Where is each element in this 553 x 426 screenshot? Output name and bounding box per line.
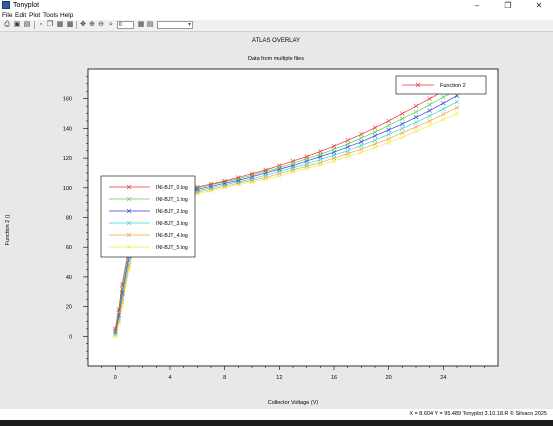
y-tick-label: 0	[69, 334, 72, 340]
zoom-out-icon[interactable]: ⊖	[97, 21, 105, 29]
y-tick-label: 40	[66, 275, 72, 281]
tonyplot-app-icon	[2, 1, 10, 9]
toolbar-divider	[34, 21, 35, 29]
copy-icon[interactable]: ❐	[46, 21, 54, 29]
legend-label: INI-BJT_3.log	[156, 221, 188, 227]
title-bar: Tonyplot – ❐ ✕	[0, 0, 553, 11]
y-tick-label: 80	[66, 216, 72, 222]
x-tick-label: 16	[331, 375, 337, 381]
y-tick-label: 120	[63, 156, 72, 162]
plot-selector-dropdown[interactable]: ▾	[157, 21, 193, 29]
legend-label: INI-BJT_0.log	[156, 185, 188, 191]
x-tick-label: 12	[276, 375, 282, 381]
y-tick-label: 100	[63, 186, 72, 192]
close-button[interactable]: ✕	[528, 0, 550, 11]
y-tick-label: 140	[63, 126, 72, 132]
zoom-reset-icon[interactable]: ⌕	[107, 21, 115, 29]
toolbar-divider	[76, 21, 77, 29]
grid-icon[interactable]: ▦	[137, 21, 145, 29]
move-icon[interactable]: ✥	[79, 21, 87, 29]
status-bar: X = 8.604 Y = 95.489 Tonyplot 3.10.18.R …	[0, 409, 553, 420]
restore-button[interactable]: ❐	[497, 0, 519, 11]
legend-label: INI-BJT_1.log	[156, 197, 188, 203]
minimize-button[interactable]: –	[466, 0, 488, 11]
menu-tools[interactable]: Tools	[43, 11, 58, 20]
x-tick-label: 4	[168, 375, 171, 381]
menu-help[interactable]: Help	[60, 11, 73, 20]
cursor-readout: X = 8.604 Y = 95.489 Tonyplot 3.10.18.R …	[409, 411, 547, 417]
y-axis-label: Function 2 ()	[5, 214, 11, 245]
overlay-chart: ATLAS OVERLAY Data from multiple files 0 4 8…	[5, 38, 499, 406]
chart-subtitle: Data from multiple files	[248, 56, 304, 62]
legend-label: INI-BJT_4.log	[156, 233, 188, 239]
table-icon[interactable]: ▤	[146, 21, 154, 29]
plot-canvas-area: ATLAS OVERLAY Data from multiple files 0 4 8…	[0, 32, 553, 409]
y-tick-label: 160	[63, 97, 72, 103]
legend-label: Function 2	[440, 83, 466, 89]
legend-label: INI-BJT_5.log	[156, 245, 188, 251]
menu-bar: File Edit Plot Tools Help	[0, 11, 553, 20]
os-taskbar	[0, 420, 553, 426]
window-title: Tonyplot	[13, 2, 40, 9]
x-tick-label: 24	[440, 375, 446, 381]
layout-icon[interactable]: ▩	[66, 21, 74, 29]
menu-file[interactable]: File	[2, 11, 12, 20]
x-tick-label: 20	[386, 375, 392, 381]
zoom-in-icon[interactable]: ⊕	[88, 21, 96, 29]
zoom-level-field[interactable]: 0	[117, 21, 134, 29]
x-tick-label: 0	[114, 375, 117, 381]
y-tick-label: 60	[66, 245, 72, 251]
paste-icon[interactable]: ▦	[56, 21, 64, 29]
toolbar: ⎙ ▣ ▤ ▫ ❐ ▦ ▩ ✥ ⊕ ⊖ ⌕ 0 ▦ ▤ ▾	[0, 20, 553, 32]
open-icon[interactable]: ▣	[13, 21, 21, 29]
menu-edit[interactable]: Edit	[15, 11, 26, 20]
print-icon[interactable]: ⎙	[3, 21, 11, 29]
save-icon[interactable]: ▤	[23, 21, 31, 29]
x-axis-label: Collector Voltage (V)	[268, 400, 319, 406]
x-tick-label: 8	[223, 375, 226, 381]
chart-title: ATLAS OVERLAY	[252, 38, 300, 44]
menu-plot[interactable]: Plot	[29, 11, 40, 20]
legend-label: INI-BJT_2.log	[156, 209, 188, 215]
chevron-down-icon: ▾	[187, 22, 191, 28]
y-tick-label: 20	[66, 305, 72, 311]
new-plot-icon[interactable]: ▫	[37, 21, 45, 29]
